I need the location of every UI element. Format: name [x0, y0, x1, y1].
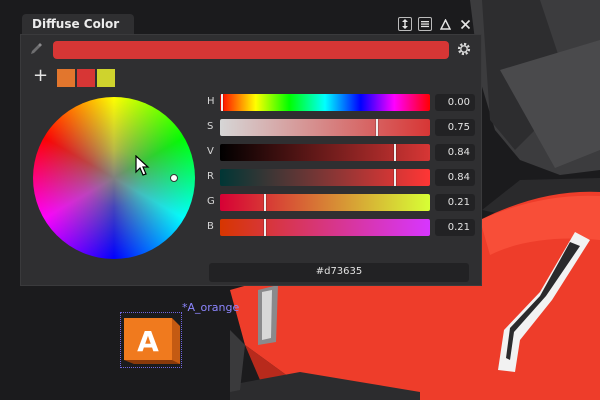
close-icon[interactable] [458, 17, 472, 31]
channel-slider-b[interactable] [220, 219, 430, 236]
diffuse-color-panel: Diffuse Color + H 0.00 S 0.75 V 0.84 R 0… [20, 14, 482, 286]
channel-value-g[interactable]: 0.21 [435, 194, 475, 211]
channel-label-v: V [207, 146, 214, 157]
channel-handle-r[interactable] [394, 169, 396, 186]
channel-handle-b[interactable] [264, 219, 266, 236]
resize-icon[interactable] [398, 17, 412, 31]
maximize-icon[interactable] [438, 17, 452, 31]
channel-value-r[interactable]: 0.84 [435, 169, 475, 186]
channel-value-h[interactable]: 0.00 [435, 94, 475, 111]
channel-handle-h[interactable] [221, 94, 223, 111]
preset-swatch-orange[interactable] [57, 69, 75, 87]
node-letter: A [137, 325, 159, 358]
color-wheel-marker[interactable] [170, 174, 178, 182]
preset-swatch-yellow[interactable] [97, 69, 115, 87]
channel-value-v[interactable]: 0.84 [435, 144, 475, 161]
channel-slider-v[interactable] [220, 144, 430, 161]
channel-handle-g[interactable] [264, 194, 266, 211]
panel-tabbar: Diffuse Color [20, 14, 482, 34]
channel-label-h: H [207, 96, 215, 107]
eyedropper-icon[interactable] [29, 42, 43, 56]
hex-color-input[interactable]: #d73635 [209, 263, 469, 282]
channel-label-g: G [207, 196, 215, 207]
node-label[interactable]: *A_orange [182, 301, 239, 314]
channel-slider-h[interactable] [220, 94, 430, 111]
preset-swatch-red[interactable] [77, 69, 95, 87]
window-tools [398, 14, 472, 34]
channel-handle-v[interactable] [394, 144, 396, 161]
node-orange-icon[interactable]: A [122, 314, 182, 368]
channel-value-b[interactable]: 0.21 [435, 219, 475, 236]
channel-slider-s[interactable] [220, 119, 430, 136]
current-color-swatch[interactable] [53, 41, 449, 59]
channel-slider-g[interactable] [220, 194, 430, 211]
channel-label-b: B [207, 221, 214, 232]
add-preset-button[interactable]: + [33, 67, 49, 87]
panel-body: + H 0.00 S 0.75 V 0.84 R 0.84 G 0.21 B 0… [20, 34, 482, 286]
channel-slider-r[interactable] [220, 169, 430, 186]
channel-label-s: S [207, 121, 214, 132]
channel-value-s[interactable]: 0.75 [435, 119, 475, 136]
channel-label-r: R [207, 171, 214, 182]
color-wheel[interactable] [33, 97, 195, 259]
channel-handle-s[interactable] [376, 119, 378, 136]
panel-title-tab[interactable]: Diffuse Color [22, 14, 134, 34]
menu-icon[interactable] [418, 17, 432, 31]
gear-icon[interactable] [455, 40, 473, 58]
mouse-cursor-icon [135, 155, 150, 176]
